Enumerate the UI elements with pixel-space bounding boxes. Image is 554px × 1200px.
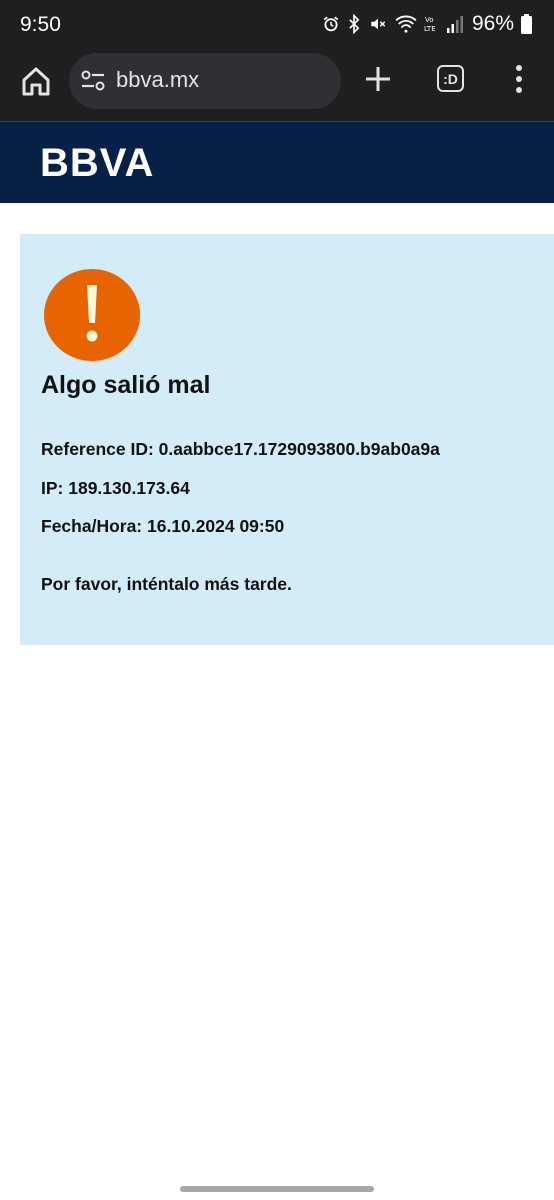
url-text[interactable]: bbva.mx	[116, 67, 199, 93]
bbva-logo[interactable]: BBVA	[40, 143, 170, 181]
site-header: BBVA	[0, 121, 554, 203]
address-bar[interactable]: bbva.mx	[69, 53, 341, 109]
ip-address: IP: 189.130.173.64	[41, 478, 190, 498]
plus-icon	[366, 67, 390, 91]
reference-id: Reference ID: 0.aabbce17.1729093800.b9ab…	[41, 439, 440, 459]
status-bar: 9:50 Vo LTE 96%	[0, 0, 554, 50]
alarm-icon	[323, 16, 339, 32]
wifi-calling-icon	[395, 15, 417, 33]
signal-icon	[446, 16, 463, 33]
logo-text: BBVA	[40, 143, 154, 181]
home-button[interactable]	[18, 63, 54, 99]
warning-icon	[44, 269, 140, 361]
status-time: 9:50	[20, 13, 61, 36]
battery-percent: 96%	[471, 12, 514, 35]
site-settings-icon[interactable]	[81, 70, 105, 92]
gesture-bar[interactable]	[180, 1186, 374, 1192]
tab-switcher-button[interactable]: :D	[437, 65, 464, 92]
new-tab-button[interactable]	[362, 63, 394, 95]
battery-icon	[521, 14, 532, 34]
svg-text:Vo: Vo	[425, 16, 434, 24]
svg-text:LTE: LTE	[424, 25, 436, 33]
status-icons: Vo LTE 96%	[322, 12, 532, 36]
mute-icon	[371, 18, 386, 30]
date-time: Fecha/Hora: 16.10.2024 09:50	[41, 516, 285, 536]
browser-toolbar: bbva.mx :D	[0, 50, 554, 121]
error-title: Algo salió mal	[41, 371, 211, 399]
error-panel: Algo salió mal Reference ID: 0.aabbce17.…	[20, 234, 554, 645]
more-vert-icon	[516, 65, 522, 93]
retry-message: Por favor, inténtalo más tarde.	[41, 574, 292, 594]
home-icon	[22, 67, 50, 96]
volte-icon: VoLTE	[424, 16, 436, 33]
bluetooth-icon	[349, 14, 360, 34]
browser-menu-button[interactable]	[509, 62, 529, 96]
